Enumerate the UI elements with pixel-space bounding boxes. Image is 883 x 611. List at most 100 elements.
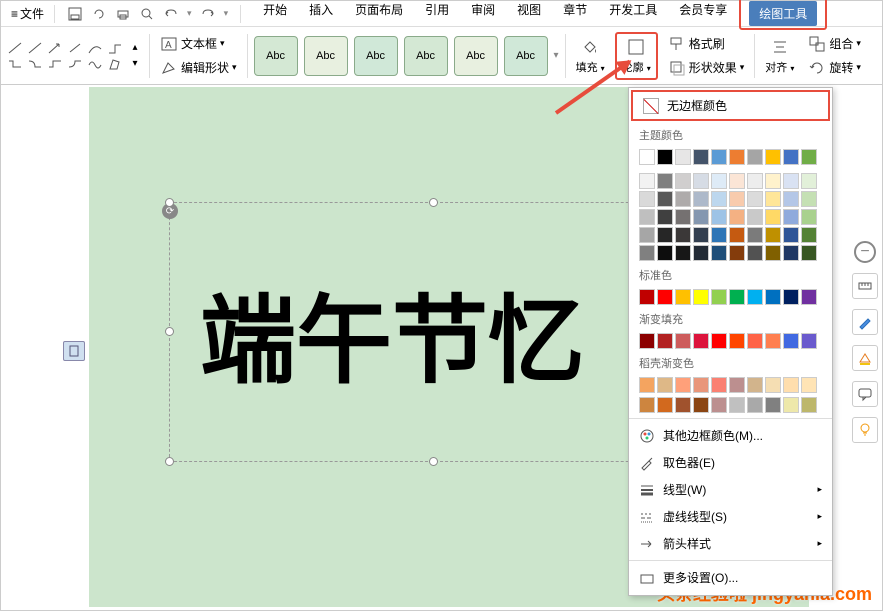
group-button[interactable]: 组合 ▾ — [804, 33, 865, 55]
color-swatch[interactable] — [801, 173, 817, 189]
textbox-selection[interactable]: ⟳ 端午节忆 — [169, 202, 699, 462]
color-swatch[interactable] — [657, 289, 673, 305]
color-swatch[interactable] — [657, 245, 673, 261]
align-button[interactable]: 对齐 ▾ — [761, 35, 798, 77]
color-swatch[interactable] — [747, 289, 763, 305]
redo-icon[interactable] — [200, 6, 216, 22]
color-swatch[interactable] — [639, 377, 655, 393]
line-icon[interactable] — [27, 41, 43, 55]
chevron-up-icon[interactable]: ▴ — [127, 41, 143, 55]
color-swatch[interactable] — [657, 227, 673, 243]
no-border-color-item[interactable]: 无边框颜色 — [631, 90, 830, 121]
color-swatch[interactable] — [747, 191, 763, 207]
style-preset[interactable]: Abc — [404, 36, 448, 76]
color-swatch[interactable] — [711, 289, 727, 305]
color-swatch[interactable] — [729, 173, 745, 189]
color-swatch[interactable] — [765, 173, 781, 189]
color-swatch[interactable] — [783, 173, 799, 189]
undo-redo-icon[interactable] — [91, 6, 107, 22]
more-colors-item[interactable]: 其他边框颜色(M)... — [629, 422, 832, 449]
dropdown-chevron[interactable]: ▾ — [224, 8, 229, 19]
tab-layout[interactable]: 页面布局 — [345, 0, 413, 30]
color-swatch[interactable] — [783, 397, 799, 413]
color-swatch[interactable] — [801, 289, 817, 305]
curve-icon[interactable] — [87, 41, 103, 55]
resize-handle[interactable] — [165, 327, 174, 336]
shape-effect-button[interactable]: 形状效果 ▾ — [664, 57, 749, 79]
color-swatch[interactable] — [639, 245, 655, 261]
color-swatch[interactable] — [657, 191, 673, 207]
color-swatch[interactable] — [783, 209, 799, 225]
tab-chapter[interactable]: 章节 — [553, 0, 597, 30]
style-preset[interactable]: Abc — [454, 36, 498, 76]
color-swatch[interactable] — [711, 227, 727, 243]
polygon-icon[interactable] — [107, 57, 123, 71]
color-swatch[interactable] — [657, 397, 673, 413]
color-swatch[interactable] — [711, 377, 727, 393]
color-swatch[interactable] — [693, 245, 709, 261]
color-swatch[interactable] — [765, 149, 781, 165]
color-swatch[interactable] — [639, 333, 655, 349]
color-swatch[interactable] — [675, 191, 691, 207]
textbox-content[interactable]: 端午节忆 — [200, 263, 584, 402]
color-swatch[interactable] — [765, 227, 781, 243]
rotate-button[interactable]: 旋转 ▾ — [804, 57, 865, 79]
style-preset[interactable]: Abc — [304, 36, 348, 76]
arrow-style-item[interactable]: 箭头样式 ▸ — [629, 530, 832, 557]
color-swatch[interactable] — [801, 245, 817, 261]
color-swatch[interactable] — [783, 333, 799, 349]
eyedropper-item[interactable]: 取色器(E) — [629, 449, 832, 476]
color-swatch[interactable] — [765, 191, 781, 207]
more-settings-item[interactable]: 更多设置(O)... — [629, 564, 832, 591]
color-swatch[interactable] — [693, 227, 709, 243]
fill-button[interactable]: 填充 ▾ — [572, 35, 609, 77]
connector-icon[interactable] — [67, 57, 83, 71]
color-swatch[interactable] — [657, 149, 673, 165]
color-swatch[interactable] — [765, 333, 781, 349]
paste-options-badge[interactable] — [63, 341, 85, 361]
color-swatch[interactable] — [675, 377, 691, 393]
tab-start[interactable]: 开始 — [253, 0, 297, 30]
highlight-tool[interactable] — [852, 345, 878, 371]
color-swatch[interactable] — [711, 191, 727, 207]
color-swatch[interactable] — [747, 397, 763, 413]
color-swatch[interactable] — [693, 173, 709, 189]
color-swatch[interactable] — [783, 227, 799, 243]
connector-icon[interactable] — [7, 57, 23, 71]
color-swatch[interactable] — [765, 289, 781, 305]
color-swatch[interactable] — [729, 209, 745, 225]
color-swatch[interactable] — [675, 227, 691, 243]
color-swatch[interactable] — [639, 149, 655, 165]
color-swatch[interactable] — [675, 245, 691, 261]
color-swatch[interactable] — [729, 377, 745, 393]
color-swatch[interactable] — [675, 289, 691, 305]
color-swatch[interactable] — [693, 289, 709, 305]
color-swatch[interactable] — [747, 173, 763, 189]
color-swatch[interactable] — [657, 333, 673, 349]
color-swatch[interactable] — [801, 397, 817, 413]
color-swatch[interactable] — [675, 149, 691, 165]
color-swatch[interactable] — [765, 377, 781, 393]
tab-insert[interactable]: 插入 — [299, 0, 343, 30]
color-swatch[interactable] — [639, 227, 655, 243]
style-preset[interactable]: Abc — [254, 36, 298, 76]
tab-member[interactable]: 会员专享 — [669, 0, 737, 30]
color-swatch[interactable] — [801, 377, 817, 393]
color-swatch[interactable] — [675, 173, 691, 189]
resize-handle[interactable] — [165, 457, 174, 466]
color-swatch[interactable] — [765, 397, 781, 413]
color-swatch[interactable] — [639, 173, 655, 189]
color-swatch[interactable] — [801, 149, 817, 165]
color-swatch[interactable] — [711, 173, 727, 189]
tab-review[interactable]: 审阅 — [461, 0, 505, 30]
chevron-down-icon[interactable]: ▾ — [127, 57, 143, 71]
connector-icon[interactable] — [27, 57, 43, 71]
color-swatch[interactable] — [693, 191, 709, 207]
color-swatch[interactable] — [783, 289, 799, 305]
tab-devtools[interactable]: 开发工具 — [599, 0, 667, 30]
color-swatch[interactable] — [711, 333, 727, 349]
resize-handle[interactable] — [165, 198, 174, 207]
color-swatch[interactable] — [693, 333, 709, 349]
color-swatch[interactable] — [693, 149, 709, 165]
color-swatch[interactable] — [657, 209, 673, 225]
